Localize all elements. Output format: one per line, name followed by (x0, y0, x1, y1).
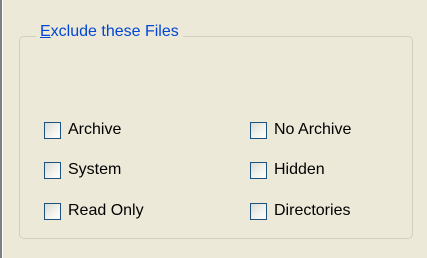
checkbox-hidden-box[interactable] (250, 161, 267, 179)
checkbox-no-archive[interactable]: No Archive (250, 120, 351, 140)
window-left-edge (0, 0, 3, 258)
checkbox-system-label[interactable]: System (68, 160, 121, 180)
group-title: Exclude these Files (36, 22, 183, 42)
checkbox-directories-label[interactable]: Directories (274, 201, 350, 221)
checkbox-directories[interactable]: Directories (250, 201, 350, 221)
checkbox-read-only-label[interactable]: Read Only (68, 201, 144, 221)
checkbox-system[interactable]: System (44, 160, 121, 180)
checkbox-hidden-label[interactable]: Hidden (274, 160, 325, 180)
checkbox-archive[interactable]: Archive (44, 120, 121, 140)
group-title-rest: xclude these Files (50, 23, 179, 40)
checkbox-directories-box[interactable] (250, 202, 267, 220)
checkbox-no-archive-box[interactable] (250, 121, 267, 139)
checkbox-archive-box[interactable] (44, 121, 61, 139)
checkbox-hidden[interactable]: Hidden (250, 160, 325, 180)
checkbox-read-only-box[interactable] (44, 202, 61, 220)
checkbox-read-only[interactable]: Read Only (44, 201, 144, 221)
checkbox-archive-label[interactable]: Archive (68, 120, 121, 140)
group-title-accelerator: E (40, 23, 51, 40)
checkbox-no-archive-label[interactable]: No Archive (274, 120, 351, 140)
checkbox-system-box[interactable] (44, 161, 61, 179)
